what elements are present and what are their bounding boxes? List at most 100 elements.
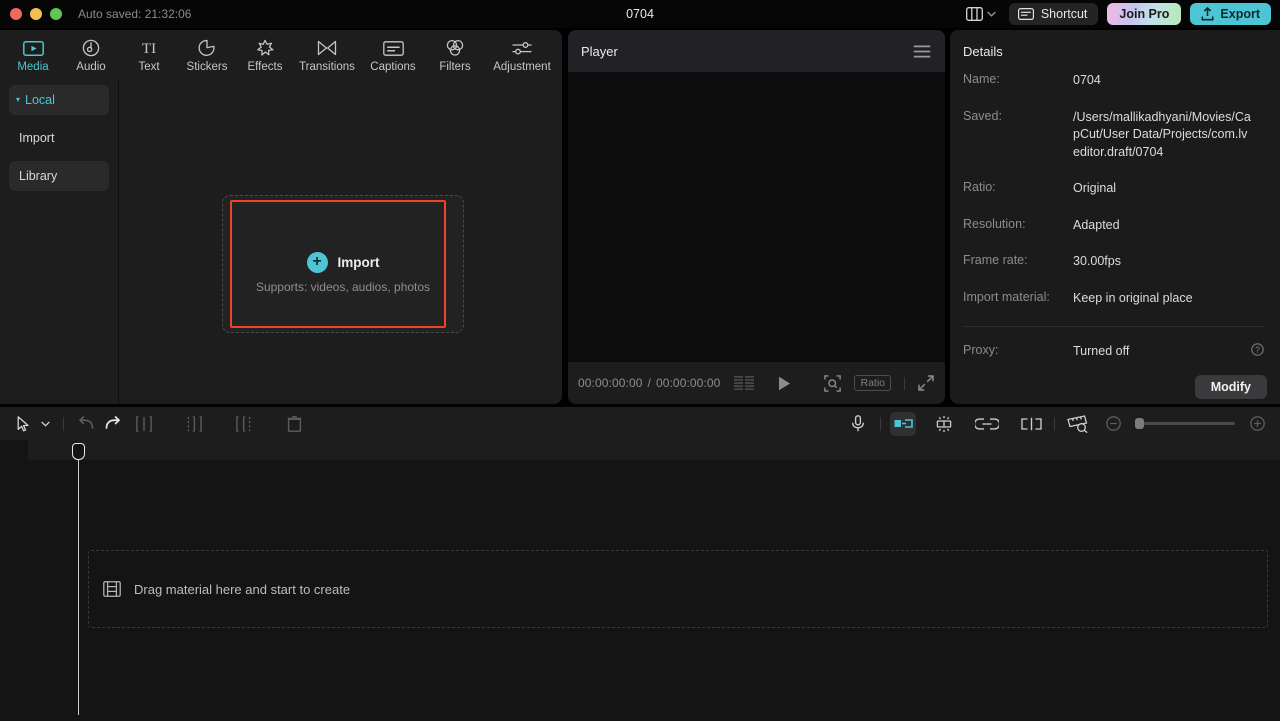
close-window-button[interactable]: [10, 8, 22, 20]
zoom-out-icon[interactable]: [1100, 412, 1126, 436]
divider: [904, 377, 905, 390]
sidebar-item-import[interactable]: Import: [9, 123, 109, 153]
ruler-zoom-icon[interactable]: [1064, 412, 1092, 436]
media-sidebar: ▾ Local Import Library: [0, 79, 118, 404]
redo-icon[interactable]: [99, 412, 125, 436]
detail-value: /Users/mallikadhyani/Movies/CapCut/User …: [1073, 109, 1251, 162]
microphone-icon[interactable]: [845, 412, 871, 436]
media-content-area: + Import Supports: videos, audios, photo…: [118, 79, 562, 404]
modify-bar: Modify: [1195, 378, 1267, 396]
tab-label: Media: [17, 61, 48, 73]
detail-value: Keep in original place: [1073, 290, 1193, 308]
player-controls: 00:00:00:00 / 00:00:00:00 Ratio: [568, 362, 945, 404]
shortcut-button[interactable]: Shortcut: [1009, 3, 1099, 25]
modify-button[interactable]: Modify: [1195, 375, 1267, 399]
timeline-area[interactable]: Drag material here and start to create: [0, 440, 1280, 721]
filters-circles-icon: [445, 39, 465, 58]
player-panel: Player 00:00:00:00 / 00:00:00:00: [568, 30, 945, 404]
media-play-icon: [23, 39, 44, 58]
tab-text[interactable]: TI Text: [120, 37, 178, 73]
import-dropzone[interactable]: + Import Supports: videos, audios, photo…: [222, 195, 464, 333]
tab-media[interactable]: Media: [4, 37, 62, 73]
media-body: ▾ Local Import Library + Import Supports…: [0, 79, 562, 404]
tab-filters[interactable]: Filters: [426, 37, 484, 73]
playhead-icon[interactable]: [72, 443, 85, 460]
export-button[interactable]: Export: [1190, 3, 1271, 25]
divider: [63, 417, 64, 431]
sidebar-item-local[interactable]: ▾ Local: [9, 85, 109, 115]
delete-icon[interactable]: [281, 412, 307, 436]
detail-value: Adapted: [1073, 217, 1120, 235]
split-icon[interactable]: [131, 412, 157, 436]
effects-sparkle-icon: [256, 39, 275, 58]
detail-row-proxy: Proxy: Turned off ?: [963, 343, 1264, 361]
player-right-controls: Ratio: [824, 375, 934, 392]
playhead[interactable]: [78, 443, 79, 715]
detail-label: Name:: [963, 72, 1073, 90]
detail-value: Original: [1073, 180, 1116, 198]
tab-label: Filters: [439, 61, 470, 73]
layout-switch-button[interactable]: [962, 4, 1000, 24]
maximize-window-button[interactable]: [50, 8, 62, 20]
tab-label: Text: [138, 61, 159, 73]
fullscreen-icon[interactable]: [918, 375, 934, 391]
join-pro-button[interactable]: Join Pro: [1107, 3, 1181, 25]
ratio-button[interactable]: Ratio: [854, 375, 891, 391]
magnetic-snap-icon[interactable]: [890, 412, 916, 436]
cursor-arrow-icon[interactable]: [10, 412, 36, 436]
import-supports-text: Supports: videos, audios, photos: [223, 280, 463, 294]
detail-value: 0704: [1073, 72, 1101, 90]
keyboard-icon: [1018, 8, 1034, 20]
film-strip-icon: [103, 581, 121, 597]
minimize-window-button[interactable]: [30, 8, 42, 20]
zoom-fit-icon[interactable]: [824, 375, 841, 392]
sidebar-item-label: Import: [19, 131, 54, 145]
plus-icon: +: [307, 252, 328, 273]
play-icon[interactable]: [778, 376, 791, 391]
tab-adjustment[interactable]: Adjustment: [484, 37, 560, 73]
caret-down-icon: ▾: [16, 96, 20, 104]
adjustment-sliders-icon: [511, 39, 533, 58]
cursor-mode-chevron-down-icon[interactable]: [36, 412, 54, 436]
detail-label: Ratio:: [963, 180, 1073, 198]
current-timecode[interactable]: 00:00:00:00: [578, 376, 643, 390]
tab-label: Stickers: [187, 61, 228, 73]
layout-panels-icon: [966, 7, 983, 21]
export-label: Export: [1220, 7, 1260, 21]
divider: [963, 326, 1264, 327]
tab-stickers[interactable]: Stickers: [178, 37, 236, 73]
tab-effects[interactable]: Effects: [236, 37, 294, 73]
trim-left-icon[interactable]: [181, 412, 207, 436]
tab-transitions[interactable]: Transitions: [294, 37, 360, 73]
frame-list-icon[interactable]: [734, 376, 756, 390]
detail-row-framerate: Frame rate: 30.00fps: [963, 253, 1264, 271]
tab-label: Captions: [370, 61, 415, 73]
detail-row-resolution: Resolution: Adapted: [963, 217, 1264, 235]
zoom-in-icon[interactable]: [1244, 412, 1270, 436]
divider: [880, 417, 881, 431]
undo-icon[interactable]: [73, 412, 99, 436]
detail-label: Resolution:: [963, 217, 1073, 235]
timeline-drop-target[interactable]: Drag material here and start to create: [88, 550, 1268, 628]
tab-audio[interactable]: Audio: [62, 37, 120, 73]
hamburger-menu-icon[interactable]: [913, 45, 931, 58]
media-tab-bar: Media Audio TI Text Stickers: [0, 30, 562, 79]
timeline-zoom-slider[interactable]: [1135, 422, 1235, 425]
tab-label: Adjustment: [493, 61, 551, 73]
timeline-ruler[interactable]: [0, 440, 1280, 460]
auto-adjust-icon[interactable]: [931, 412, 957, 436]
detail-label: Frame rate:: [963, 253, 1073, 271]
sidebar-item-library[interactable]: Library: [9, 161, 109, 191]
tab-label: Transitions: [299, 61, 355, 73]
trim-right-icon[interactable]: [231, 412, 257, 436]
zoom-slider-handle[interactable]: [1135, 418, 1144, 429]
mirror-split-icon[interactable]: [1017, 412, 1045, 436]
question-mark-icon[interactable]: ?: [1251, 343, 1264, 356]
player-canvas[interactable]: [568, 72, 945, 362]
player-title: Player: [581, 44, 618, 59]
link-icon[interactable]: [972, 412, 1002, 436]
detail-label: Saved:: [963, 109, 1073, 162]
captions-box-icon: [383, 39, 404, 58]
details-header: Details: [950, 30, 1280, 72]
tab-captions[interactable]: Captions: [360, 37, 426, 73]
